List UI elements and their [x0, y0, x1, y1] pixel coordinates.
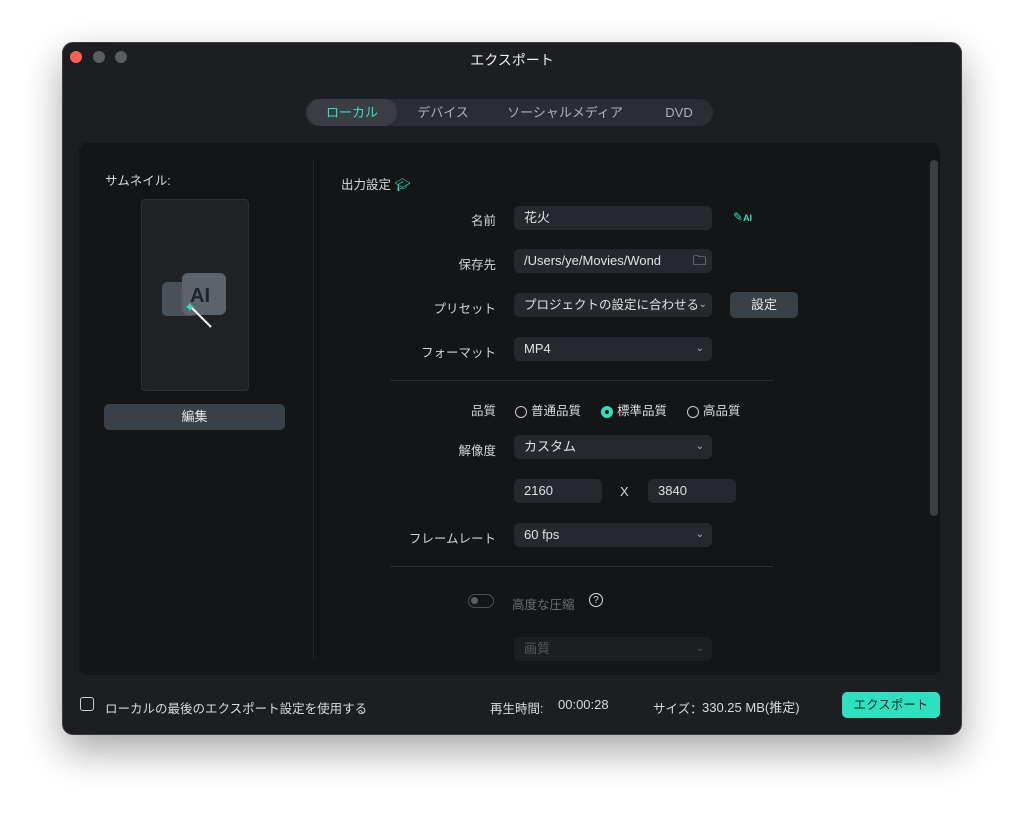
- preset-settings-button[interactable]: 設定: [730, 292, 798, 318]
- size-label: サイズ：: [653, 702, 703, 716]
- framerate-label: フレームレート: [408, 532, 496, 546]
- quality-option-label: 高品質: [703, 404, 741, 418]
- export-button[interactable]: エクスポート: [842, 692, 940, 718]
- resolution-label: 解像度: [458, 444, 496, 458]
- quality-option-label: 標準品質: [617, 404, 668, 418]
- window-title: エクスポート: [470, 52, 554, 68]
- compression-mode-value: 画質: [524, 641, 551, 656]
- quality-label: 品質: [470, 404, 496, 418]
- framerate-select[interactable]: 60 fps ⌄: [514, 523, 712, 547]
- help-icon[interactable]: ?: [589, 593, 603, 607]
- output-settings-heading: 出力設定 🎓︎: [341, 174, 410, 193]
- edit-thumbnail-button[interactable]: 編集: [104, 404, 285, 430]
- chevron-down-icon: ⌄: [695, 441, 704, 452]
- quality-radio-standard[interactable]: 標準品質: [601, 400, 667, 419]
- chevron-down-icon: ⌄: [695, 343, 704, 354]
- quality-option-label: 普通品質: [531, 404, 582, 418]
- resolution-separator: X: [620, 484, 629, 499]
- duration-value: 00:00:28: [558, 697, 609, 712]
- quality-radio-normal[interactable]: 普通品質: [515, 400, 581, 419]
- chevron-down-icon: ⌄: [695, 529, 704, 540]
- radio-selected-icon: [601, 406, 613, 418]
- size-value: 330.25 MB(推定): [702, 700, 800, 715]
- save-location-label: 保存先: [458, 258, 496, 272]
- folder-icon[interactable]: 🗀: [693, 249, 706, 273]
- divider: [390, 380, 773, 381]
- preset-label: プリセット: [433, 302, 496, 316]
- tab-local[interactable]: ローカル: [307, 99, 397, 126]
- tab-social-media[interactable]: ソーシャルメディア: [495, 99, 635, 126]
- format-select[interactable]: MP4 ⌄: [514, 337, 712, 361]
- format-label: フォーマット: [420, 346, 496, 360]
- tab-bar: ローカル デバイス ソーシャルメディア DVD: [305, 99, 713, 126]
- thumbnail-label: サムネイル:: [105, 174, 171, 188]
- tab-device[interactable]: デバイス: [397, 99, 489, 126]
- radio-icon: [515, 406, 527, 418]
- framerate-value: 60 fps: [524, 527, 560, 542]
- name-label: 名前: [470, 214, 496, 228]
- save-path: /Users/ye/Movies/Wond: [524, 253, 662, 268]
- ai-rename-icon[interactable]: ✎AI: [733, 210, 752, 224]
- height-input[interactable]: 3840: [648, 479, 736, 503]
- duration-label: 再生時間:: [490, 702, 544, 716]
- use-last-settings-label: ローカルの最後のエクスポート設定を使用する: [105, 702, 368, 716]
- resolution-value: カスタム: [524, 439, 577, 454]
- save-location-input[interactable]: /Users/ye/Movies/Wond 🗀: [514, 249, 712, 273]
- radio-icon: [687, 406, 699, 418]
- preset-select[interactable]: プロジェクトの設定に合わせる ⌄: [514, 293, 712, 317]
- format-value: MP4: [524, 341, 551, 356]
- chevron-down-icon: ⌄: [698, 299, 707, 310]
- use-last-settings-checkbox[interactable]: [80, 697, 94, 711]
- divider: [313, 160, 314, 658]
- quality-radio-high[interactable]: 高品質: [687, 400, 741, 419]
- name-input[interactable]: 花火: [514, 206, 712, 230]
- divider: [390, 566, 773, 567]
- chevron-down-icon: ⌄: [695, 643, 704, 654]
- compression-toggle[interactable]: [468, 594, 494, 608]
- compression-label: 高度な圧縮: [512, 598, 575, 612]
- output-heading-text: 出力設定: [341, 178, 392, 192]
- thumbnail-preview: AI ✦: [141, 199, 249, 391]
- ai-badge: AI: [743, 213, 753, 223]
- width-input[interactable]: 2160: [514, 479, 602, 503]
- tab-dvd[interactable]: DVD: [645, 99, 713, 126]
- graduation-cap-icon[interactable]: 🎓︎: [395, 178, 411, 192]
- preset-value: プロジェクトの設定に合わせる: [524, 298, 700, 312]
- ai-image-icon: AI ✦: [162, 273, 226, 328]
- scrollbar[interactable]: [930, 160, 938, 516]
- resolution-select[interactable]: カスタム ⌄: [514, 435, 712, 459]
- compression-mode-select: 画質 ⌄: [514, 637, 712, 661]
- svg-text:✦: ✦: [184, 299, 196, 315]
